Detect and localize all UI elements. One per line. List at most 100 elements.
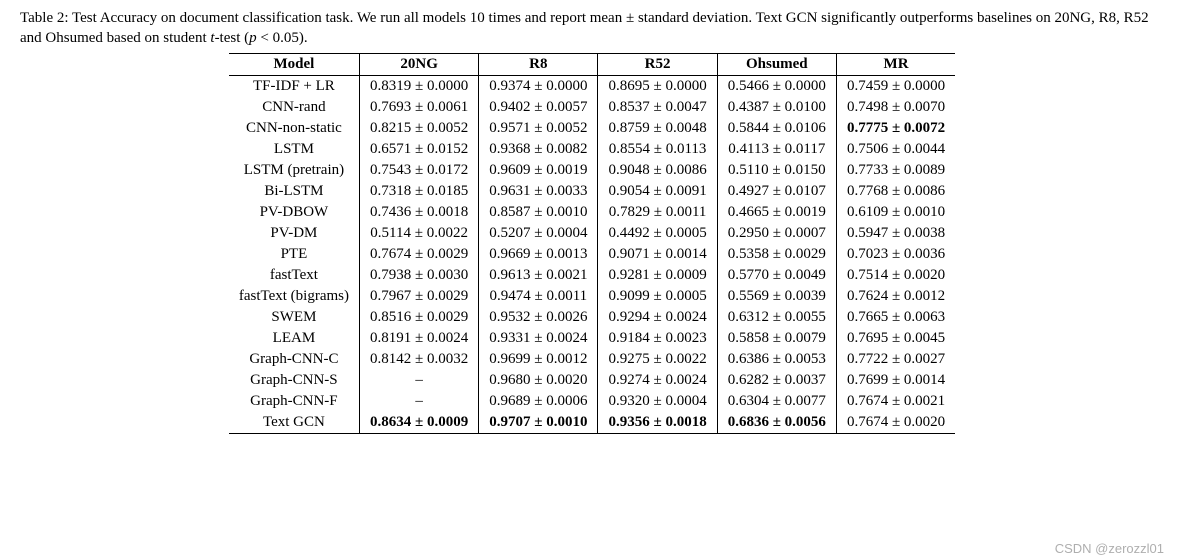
value-cell: 0.8759 ± 0.0048 xyxy=(598,118,717,139)
caption-p: p xyxy=(249,30,257,46)
value-cell: 0.9275 ± 0.0022 xyxy=(598,349,717,370)
value-cell: 0.9532 ± 0.0026 xyxy=(479,307,598,328)
table-row: CNN-non-static0.8215 ± 0.00520.9571 ± 0.… xyxy=(229,118,955,139)
value-cell: 0.9048 ± 0.0086 xyxy=(598,160,717,181)
model-cell: Bi-LSTM xyxy=(229,181,360,202)
value-cell: 0.5110 ± 0.0150 xyxy=(717,160,836,181)
value-cell: 0.7699 ± 0.0014 xyxy=(836,370,955,391)
value-cell: 0.9631 ± 0.0033 xyxy=(479,181,598,202)
value-cell: 0.5858 ± 0.0079 xyxy=(717,328,836,349)
value-cell: 0.9331 ± 0.0024 xyxy=(479,328,598,349)
value-cell: 0.7506 ± 0.0044 xyxy=(836,139,955,160)
value-cell: 0.7624 ± 0.0012 xyxy=(836,286,955,307)
caption-mid: -test ( xyxy=(215,30,250,46)
value-cell: 0.7722 ± 0.0027 xyxy=(836,349,955,370)
value-cell: 0.8587 ± 0.0010 xyxy=(479,202,598,223)
value-cell: 0.9680 ± 0.0020 xyxy=(479,370,598,391)
value-cell: 0.9368 ± 0.0082 xyxy=(479,139,598,160)
value-cell: 0.8319 ± 0.0000 xyxy=(360,75,479,97)
value-cell: 0.7543 ± 0.0172 xyxy=(360,160,479,181)
value-cell: 0.4927 ± 0.0107 xyxy=(717,181,836,202)
value-cell: 0.8634 ± 0.0009 xyxy=(360,412,479,434)
model-cell: fastText xyxy=(229,265,360,286)
model-cell: CNN-rand xyxy=(229,97,360,118)
value-cell: 0.2950 ± 0.0007 xyxy=(717,223,836,244)
table-row: LSTM0.6571 ± 0.01520.9368 ± 0.00820.8554… xyxy=(229,139,955,160)
model-cell: fastText (bigrams) xyxy=(229,286,360,307)
value-cell: 0.6109 ± 0.0010 xyxy=(836,202,955,223)
value-cell: 0.7733 ± 0.0089 xyxy=(836,160,955,181)
value-cell: 0.9054 ± 0.0091 xyxy=(598,181,717,202)
value-cell: 0.8215 ± 0.0052 xyxy=(360,118,479,139)
model-cell: PV-DM xyxy=(229,223,360,244)
results-table: Model 20NG R8 R52 Ohsumed MR TF-IDF + LR… xyxy=(229,53,955,434)
col-r52: R52 xyxy=(598,53,717,75)
value-cell: 0.7459 ± 0.0000 xyxy=(836,75,955,97)
model-cell: Graph-CNN-S xyxy=(229,370,360,391)
value-cell: 0.7695 ± 0.0045 xyxy=(836,328,955,349)
value-cell: 0.8142 ± 0.0032 xyxy=(360,349,479,370)
model-cell: Graph-CNN-C xyxy=(229,349,360,370)
value-cell: 0.4113 ± 0.0117 xyxy=(717,139,836,160)
value-cell: 0.9707 ± 0.0010 xyxy=(479,412,598,434)
value-cell: 0.9571 ± 0.0052 xyxy=(479,118,598,139)
value-cell: 0.8516 ± 0.0029 xyxy=(360,307,479,328)
value-cell: 0.7674 ± 0.0020 xyxy=(836,412,955,434)
table-row: fastText (bigrams)0.7967 ± 0.00290.9474 … xyxy=(229,286,955,307)
model-cell: LSTM xyxy=(229,139,360,160)
value-cell: 0.9374 ± 0.0000 xyxy=(479,75,598,97)
model-cell: LSTM (pretrain) xyxy=(229,160,360,181)
value-cell: 0.5569 ± 0.0039 xyxy=(717,286,836,307)
value-cell: 0.6836 ± 0.0056 xyxy=(717,412,836,434)
table-row: LEAM0.8191 ± 0.00240.9331 ± 0.00240.9184… xyxy=(229,328,955,349)
table-row: Text GCN0.8634 ± 0.00090.9707 ± 0.00100.… xyxy=(229,412,955,434)
value-cell: 0.9609 ± 0.0019 xyxy=(479,160,598,181)
col-model: Model xyxy=(229,53,360,75)
model-cell: Graph-CNN-F xyxy=(229,391,360,412)
value-cell: – xyxy=(360,391,479,412)
value-cell: 0.8537 ± 0.0047 xyxy=(598,97,717,118)
value-cell: 0.9320 ± 0.0004 xyxy=(598,391,717,412)
model-cell: TF-IDF + LR xyxy=(229,75,360,97)
table-row: fastText0.7938 ± 0.00300.9613 ± 0.00210.… xyxy=(229,265,955,286)
table-caption: Table 2: Test Accuracy on document class… xyxy=(20,8,1164,49)
value-cell: 0.8554 ± 0.0113 xyxy=(598,139,717,160)
table-row: Bi-LSTM0.7318 ± 0.01850.9631 ± 0.00330.9… xyxy=(229,181,955,202)
value-cell: 0.6571 ± 0.0152 xyxy=(360,139,479,160)
value-cell: 0.5844 ± 0.0106 xyxy=(717,118,836,139)
model-cell: LEAM xyxy=(229,328,360,349)
value-cell: 0.9281 ± 0.0009 xyxy=(598,265,717,286)
value-cell: 0.5207 ± 0.0004 xyxy=(479,223,598,244)
value-cell: 0.7674 ± 0.0029 xyxy=(360,244,479,265)
col-ohsumed: Ohsumed xyxy=(717,53,836,75)
table-row: TF-IDF + LR0.8319 ± 0.00000.9374 ± 0.000… xyxy=(229,75,955,97)
value-cell: 0.9689 ± 0.0006 xyxy=(479,391,598,412)
value-cell: 0.8191 ± 0.0024 xyxy=(360,328,479,349)
value-cell: 0.5358 ± 0.0029 xyxy=(717,244,836,265)
table-row: PV-DM0.5114 ± 0.00220.5207 ± 0.00040.449… xyxy=(229,223,955,244)
value-cell: 0.7967 ± 0.0029 xyxy=(360,286,479,307)
value-cell: 0.7514 ± 0.0020 xyxy=(836,265,955,286)
value-cell: 0.9402 ± 0.0057 xyxy=(479,97,598,118)
value-cell: 0.9669 ± 0.0013 xyxy=(479,244,598,265)
model-cell: SWEM xyxy=(229,307,360,328)
table-row: CNN-rand0.7693 ± 0.00610.9402 ± 0.00570.… xyxy=(229,97,955,118)
table-row: SWEM0.8516 ± 0.00290.9532 ± 0.00260.9294… xyxy=(229,307,955,328)
watermark: CSDN @zerozzl01 xyxy=(1055,541,1164,556)
value-cell: 0.6386 ± 0.0053 xyxy=(717,349,836,370)
value-cell: 0.8695 ± 0.0000 xyxy=(598,75,717,97)
value-cell: 0.5114 ± 0.0022 xyxy=(360,223,479,244)
table-row: Graph-CNN-F–0.9689 ± 0.00060.9320 ± 0.00… xyxy=(229,391,955,412)
value-cell: 0.9274 ± 0.0024 xyxy=(598,370,717,391)
header-row: Model 20NG R8 R52 Ohsumed MR xyxy=(229,53,955,75)
value-cell: 0.9474 ± 0.0011 xyxy=(479,286,598,307)
value-cell: 0.9699 ± 0.0012 xyxy=(479,349,598,370)
value-cell: 0.9294 ± 0.0024 xyxy=(598,307,717,328)
value-cell: 0.7318 ± 0.0185 xyxy=(360,181,479,202)
value-cell: 0.7829 ± 0.0011 xyxy=(598,202,717,223)
value-cell: 0.7938 ± 0.0030 xyxy=(360,265,479,286)
value-cell: – xyxy=(360,370,479,391)
value-cell: 0.5947 ± 0.0038 xyxy=(836,223,955,244)
value-cell: 0.9071 ± 0.0014 xyxy=(598,244,717,265)
value-cell: 0.7674 ± 0.0021 xyxy=(836,391,955,412)
